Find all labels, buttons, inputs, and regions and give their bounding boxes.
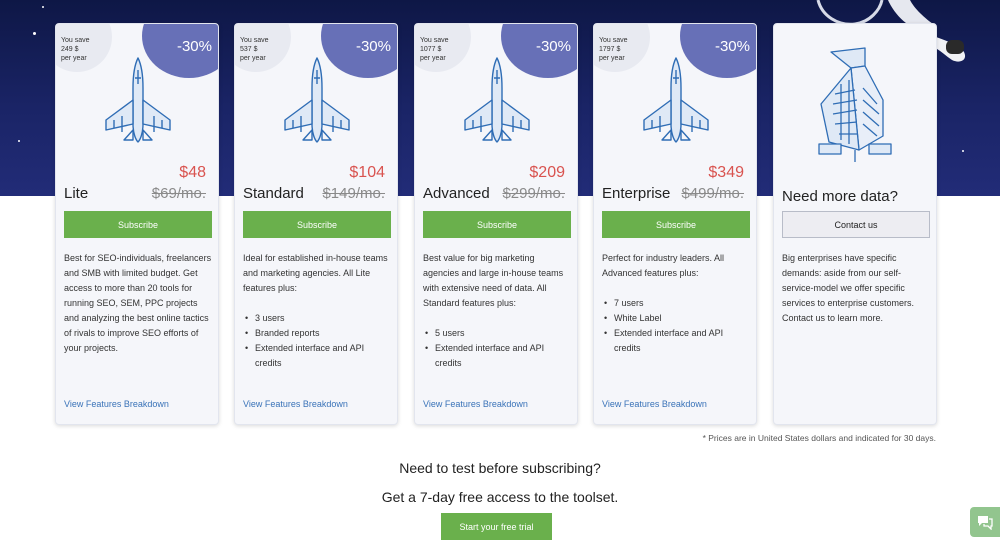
savings-amount: 1797 $: [599, 46, 621, 53]
building-icon: [818, 47, 892, 162]
jet-fighter-icon: [643, 57, 709, 143]
current-price: $104: [349, 164, 385, 181]
custom-plan-card: Need more data? Contact us Big enterpris…: [773, 23, 937, 425]
savings-amount: 1077 $: [420, 46, 442, 53]
custom-plan-description: Big enterprises have specific demands: a…: [782, 253, 915, 323]
discount-label: -30%: [535, 38, 571, 55]
plan-card-advanced: You save 1077 $ per year -30% $209 Advan…: [414, 23, 578, 425]
trial-subtitle: Get a 7-day free access to the toolset.: [381, 489, 619, 505]
feature-item: 7 users: [602, 296, 752, 311]
plan-name: Enterprise: [602, 185, 671, 202]
start-free-trial-button[interactable]: Start your free trial: [441, 513, 552, 540]
current-price: $209: [529, 164, 565, 181]
old-price: $499/mo.: [681, 185, 744, 202]
feature-item: Extended interface and API credits: [423, 341, 573, 371]
plan-card-lite: You save 249 $ per year -30% $48 Lite $6…: [55, 23, 219, 425]
view-features-link[interactable]: View Features Breakdown: [243, 399, 348, 409]
feature-list: 3 users Branded reports Extended interfa…: [243, 311, 393, 371]
jet-fighter-icon: [105, 57, 171, 143]
current-price: $349: [708, 164, 744, 181]
savings-amount: 249 $: [61, 46, 79, 53]
discount-label: -30%: [714, 38, 750, 55]
plan-description: Perfect for industry leaders. All Advanc…: [602, 253, 725, 278]
plan-card-standard: You save 537 $ per year -30% $104 Standa…: [234, 23, 398, 425]
subscribe-button[interactable]: Subscribe: [602, 211, 750, 238]
pricing-cards: You save 249 $ per year -30% $48 Lite $6…: [55, 23, 940, 425]
feature-item: 5 users: [423, 326, 573, 341]
jet-fighter-icon: [464, 57, 530, 143]
view-features-link[interactable]: View Features Breakdown: [602, 399, 707, 409]
savings-label: You save: [61, 37, 90, 44]
subscribe-button[interactable]: Subscribe: [423, 211, 571, 238]
view-features-link[interactable]: View Features Breakdown: [423, 399, 528, 409]
savings-amount: 537 $: [240, 46, 258, 53]
plan-description: Ideal for established in-house teams and…: [243, 253, 388, 293]
subscribe-button[interactable]: Subscribe: [64, 211, 212, 238]
feature-item: Extended interface and API credits: [243, 341, 393, 371]
feature-list: 5 users Extended interface and API credi…: [423, 326, 573, 371]
custom-plan-title: Need more data?: [782, 188, 898, 205]
plan-name: Lite: [64, 185, 89, 202]
plan-name: Standard: [243, 185, 304, 202]
jet-fighter-icon: [284, 57, 350, 143]
chat-button[interactable]: [970, 507, 1000, 537]
discount-label: -30%: [176, 38, 212, 55]
plan-card-enterprise: You save 1797 $ per year -30% $349 Enter…: [593, 23, 757, 425]
trial-question: Need to test before subscribing?: [399, 460, 601, 476]
discount-label: -30%: [355, 38, 391, 55]
contact-us-button[interactable]: Contact us: [782, 211, 930, 238]
old-price: $69/mo.: [151, 185, 206, 202]
savings-label: You save: [240, 37, 269, 44]
view-features-link[interactable]: View Features Breakdown: [64, 399, 169, 409]
savings-label: You save: [599, 37, 628, 44]
subscribe-button[interactable]: Subscribe: [243, 211, 391, 238]
feature-list: 7 users White Label Extended interface a…: [602, 296, 752, 356]
current-price: $48: [179, 164, 206, 181]
feature-item: White Label: [602, 311, 752, 326]
plan-description: Best for SEO-individuals, freelancers an…: [64, 253, 212, 353]
old-price: $299/mo.: [502, 185, 565, 202]
feature-item: Branded reports: [243, 326, 393, 341]
price-footnote: * Prices are in United States dollars an…: [702, 433, 936, 443]
plan-name: Advanced: [423, 185, 490, 202]
chat-icon: [978, 516, 993, 530]
old-price: $149/mo.: [322, 185, 385, 202]
feature-item: Extended interface and API credits: [602, 326, 752, 356]
savings-label: You save: [420, 37, 449, 44]
feature-item: 3 users: [243, 311, 393, 326]
plan-description: Best value for big marketing agencies an…: [423, 253, 564, 308]
